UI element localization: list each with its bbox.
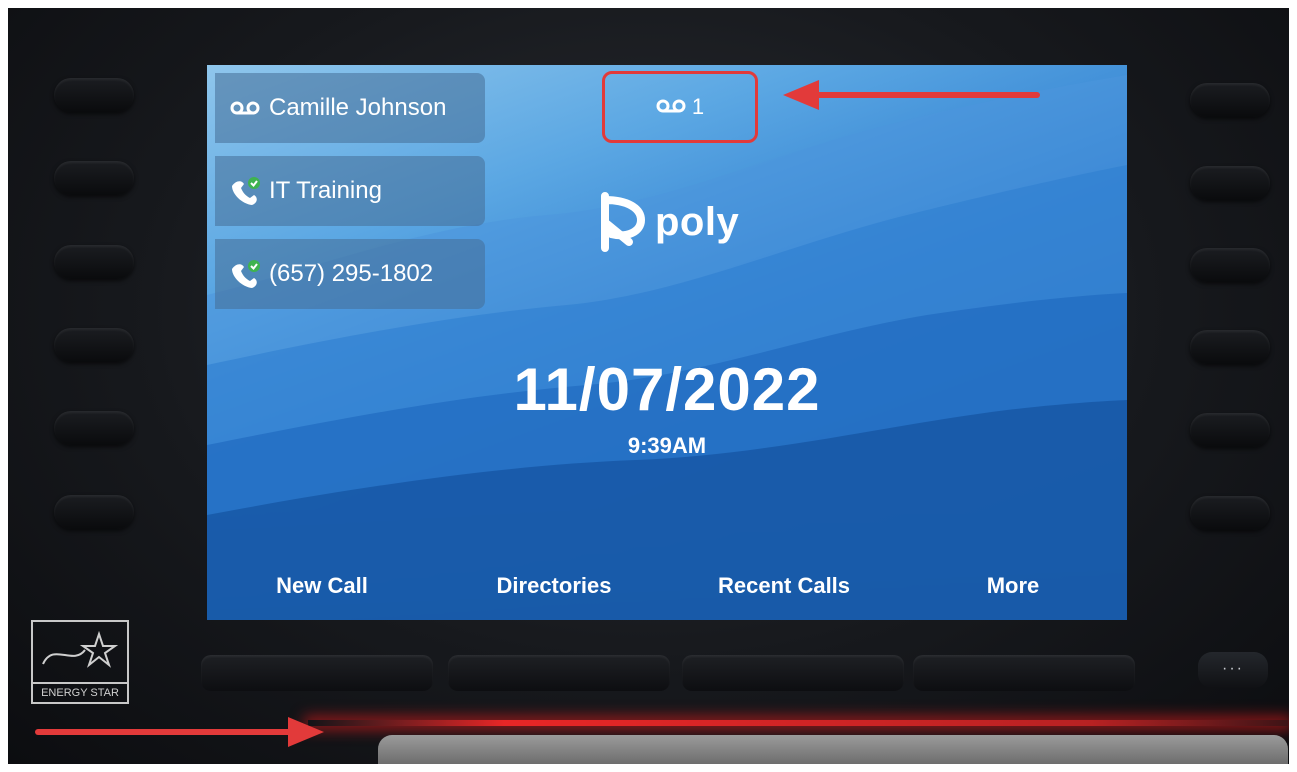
energy-star-text: ENERGY STAR [33, 682, 127, 702]
time-display: 9:39AM [627, 433, 707, 458]
softkey-new-call[interactable]: New Call [232, 573, 412, 599]
energy-star-logo: ENERGY STAR [31, 620, 129, 704]
softkey-recent-calls[interactable]: Recent Calls [694, 573, 874, 599]
registered-line-icon [225, 176, 265, 206]
line-key-11[interactable] [1190, 413, 1270, 447]
energy-star-icon [42, 630, 119, 668]
line-panel-camille-johnson[interactable]: Camille Johnson [215, 73, 485, 143]
soft-button-4[interactable] [913, 655, 1135, 691]
line-key-9[interactable] [1190, 248, 1270, 282]
soft-button-3[interactable] [682, 655, 904, 691]
line-panel-phone-number[interactable]: (657) 295-1802 [215, 239, 485, 309]
line-label: Camille Johnson [269, 94, 447, 121]
date-display: 11/07/2022 [513, 356, 821, 423]
registered-line-icon [225, 259, 265, 289]
line-label: IT Training [269, 177, 382, 204]
mountain-wallpaper [207, 75, 1127, 620]
annotation-arrow-voicemail [783, 80, 1040, 110]
line-panel-it-training[interactable]: IT Training [215, 156, 485, 226]
line-key-5[interactable] [54, 411, 134, 445]
line-key-12[interactable] [1190, 496, 1270, 530]
line-key-2[interactable] [54, 161, 134, 195]
logo-text: poly [655, 199, 740, 244]
desk-phone: Camille Johnson IT Training (657) 295-18… [8, 8, 1289, 764]
line-key-7[interactable] [1190, 83, 1270, 117]
poly-logo: poly [597, 190, 739, 254]
voicemail-icon [225, 100, 265, 116]
status-light-bar [308, 720, 1288, 726]
line-key-8[interactable] [1190, 166, 1270, 200]
line-key-1[interactable] [54, 78, 134, 112]
phone-base [378, 735, 1288, 764]
phone-screen: Camille Johnson IT Training (657) 295-18… [207, 65, 1127, 620]
line-key-10[interactable] [1190, 330, 1270, 364]
poly-logo-icon [601, 192, 646, 252]
soft-button-2[interactable] [448, 655, 670, 691]
more-options-button[interactable]: ··· [1198, 652, 1268, 688]
soft-button-1[interactable] [201, 655, 433, 691]
voicemail-indicator[interactable]: 1 [602, 71, 758, 143]
line-key-3[interactable] [54, 245, 134, 279]
voicemail-icon [656, 94, 686, 120]
line-label: (657) 295-1802 [269, 260, 434, 287]
softkey-directories[interactable]: Directories [464, 573, 644, 599]
line-key-6[interactable] [54, 495, 134, 529]
softkey-more[interactable]: More [923, 573, 1103, 599]
voicemail-count: 1 [691, 94, 705, 119]
annotation-arrow-light-bar [35, 717, 324, 747]
line-key-4[interactable] [54, 328, 134, 362]
